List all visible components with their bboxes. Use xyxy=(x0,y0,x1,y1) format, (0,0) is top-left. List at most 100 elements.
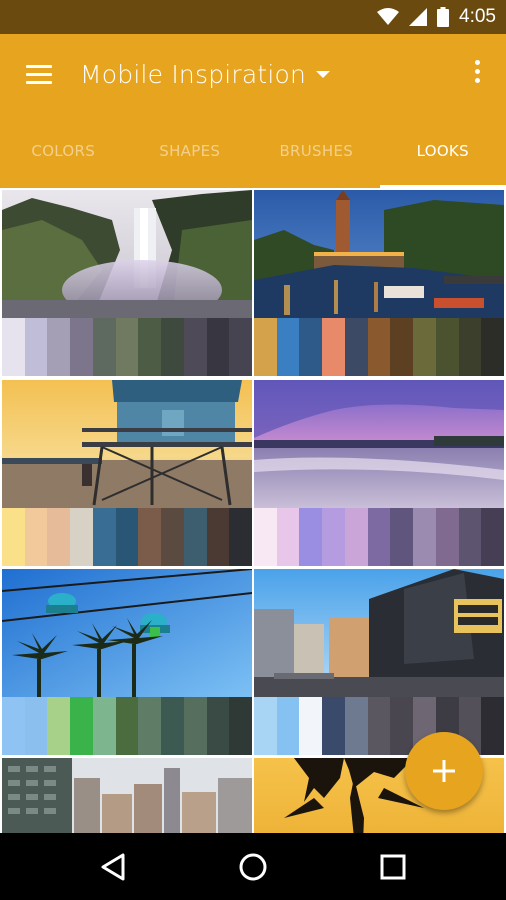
more-vertical-icon[interactable] xyxy=(472,60,482,90)
color-swatch xyxy=(92,318,116,376)
look-swatches xyxy=(2,697,253,755)
color-swatch xyxy=(435,318,459,376)
page-title: Mobile Inspiration xyxy=(80,59,307,89)
color-swatch xyxy=(390,508,414,566)
color-swatch xyxy=(206,508,230,566)
color-swatch xyxy=(183,508,207,566)
color-swatch xyxy=(183,697,207,755)
look-thumbnail xyxy=(2,758,252,833)
look-card-lifeguard-tower[interactable] xyxy=(2,380,253,566)
add-look-button[interactable] xyxy=(405,732,483,810)
color-swatch xyxy=(70,508,93,566)
hamburger-menu-icon[interactable] xyxy=(22,62,56,88)
look-thumbnail xyxy=(2,380,252,508)
color-swatch xyxy=(344,697,368,755)
look-card-city-street[interactable] xyxy=(254,569,505,755)
look-thumbnail xyxy=(254,190,504,318)
color-swatch xyxy=(206,697,230,755)
look-swatches xyxy=(2,318,253,376)
color-swatch xyxy=(47,697,71,755)
color-swatch xyxy=(299,508,323,566)
color-swatch xyxy=(161,697,184,755)
look-card-sky-ride-palms[interactable] xyxy=(2,569,253,755)
look-card-waterfall[interactable] xyxy=(2,190,253,376)
color-swatch xyxy=(138,697,162,755)
system-nav-bar xyxy=(0,833,506,900)
status-time: 4:05 xyxy=(459,6,496,27)
look-thumbnail xyxy=(254,380,504,508)
look-card-purple-beach[interactable] xyxy=(254,380,505,566)
color-swatch xyxy=(70,697,93,755)
color-swatch xyxy=(276,697,300,755)
color-swatch xyxy=(47,508,71,566)
color-swatch xyxy=(413,318,436,376)
color-swatch xyxy=(390,318,414,376)
color-swatch xyxy=(161,508,184,566)
tab-brushes[interactable]: BRUSHES xyxy=(253,114,380,188)
look-card-canal-city-night[interactable] xyxy=(254,190,505,376)
color-swatch xyxy=(322,318,345,376)
color-swatch xyxy=(299,318,323,376)
color-swatch xyxy=(344,508,368,566)
color-swatch xyxy=(24,508,48,566)
look-thumbnail xyxy=(2,569,252,697)
color-swatch xyxy=(390,697,414,755)
tab-shapes[interactable]: SHAPES xyxy=(127,114,254,188)
color-swatch xyxy=(435,508,459,566)
battery-icon xyxy=(437,7,450,27)
color-swatch xyxy=(229,318,253,376)
tab-bar: COLORS SHAPES BRUSHES LOOKS xyxy=(0,114,506,188)
look-swatches xyxy=(254,318,505,376)
color-swatch xyxy=(276,318,300,376)
look-thumbnail xyxy=(254,569,504,697)
color-swatch xyxy=(24,697,48,755)
color-swatch xyxy=(481,697,505,755)
color-swatch xyxy=(92,697,116,755)
color-swatch xyxy=(229,697,253,755)
status-bar: 4:05 xyxy=(0,0,506,34)
color-swatch xyxy=(344,318,368,376)
caret-down-icon xyxy=(316,70,331,78)
color-swatch xyxy=(276,508,300,566)
look-thumbnail xyxy=(2,190,252,318)
color-swatch xyxy=(254,508,277,566)
color-swatch xyxy=(70,318,93,376)
color-swatch xyxy=(138,318,162,376)
color-swatch xyxy=(2,697,25,755)
color-swatch xyxy=(2,318,25,376)
color-swatch xyxy=(299,697,323,755)
back-icon[interactable] xyxy=(95,849,131,885)
color-swatch xyxy=(115,318,139,376)
color-swatch xyxy=(458,508,482,566)
add-icon xyxy=(433,760,455,782)
color-swatch xyxy=(161,318,184,376)
signal-icon xyxy=(409,8,428,26)
color-swatch xyxy=(206,318,230,376)
library-selector[interactable]: Mobile Inspiration xyxy=(80,56,331,92)
color-swatch xyxy=(254,318,277,376)
color-swatch xyxy=(413,508,436,566)
status-icons: 4:05 xyxy=(377,0,496,34)
color-swatch xyxy=(2,508,25,566)
color-swatch xyxy=(47,318,71,376)
color-swatch xyxy=(229,508,253,566)
wifi-icon xyxy=(377,8,400,25)
color-swatch xyxy=(115,697,139,755)
color-swatch xyxy=(138,508,162,566)
color-swatch xyxy=(254,697,277,755)
recents-icon[interactable] xyxy=(375,849,411,885)
color-swatch xyxy=(183,318,207,376)
look-swatches xyxy=(254,508,505,566)
tab-colors[interactable]: COLORS xyxy=(0,114,127,188)
look-swatches xyxy=(2,508,253,566)
color-swatch xyxy=(24,318,48,376)
look-card-city-skyline[interactable] xyxy=(2,758,252,833)
color-swatch xyxy=(481,318,505,376)
color-swatch xyxy=(115,508,139,566)
color-swatch xyxy=(367,508,391,566)
color-swatch xyxy=(367,318,391,376)
color-swatch xyxy=(481,508,505,566)
home-icon[interactable] xyxy=(235,849,271,885)
tab-looks[interactable]: LOOKS xyxy=(379,114,506,188)
color-swatch xyxy=(322,697,345,755)
